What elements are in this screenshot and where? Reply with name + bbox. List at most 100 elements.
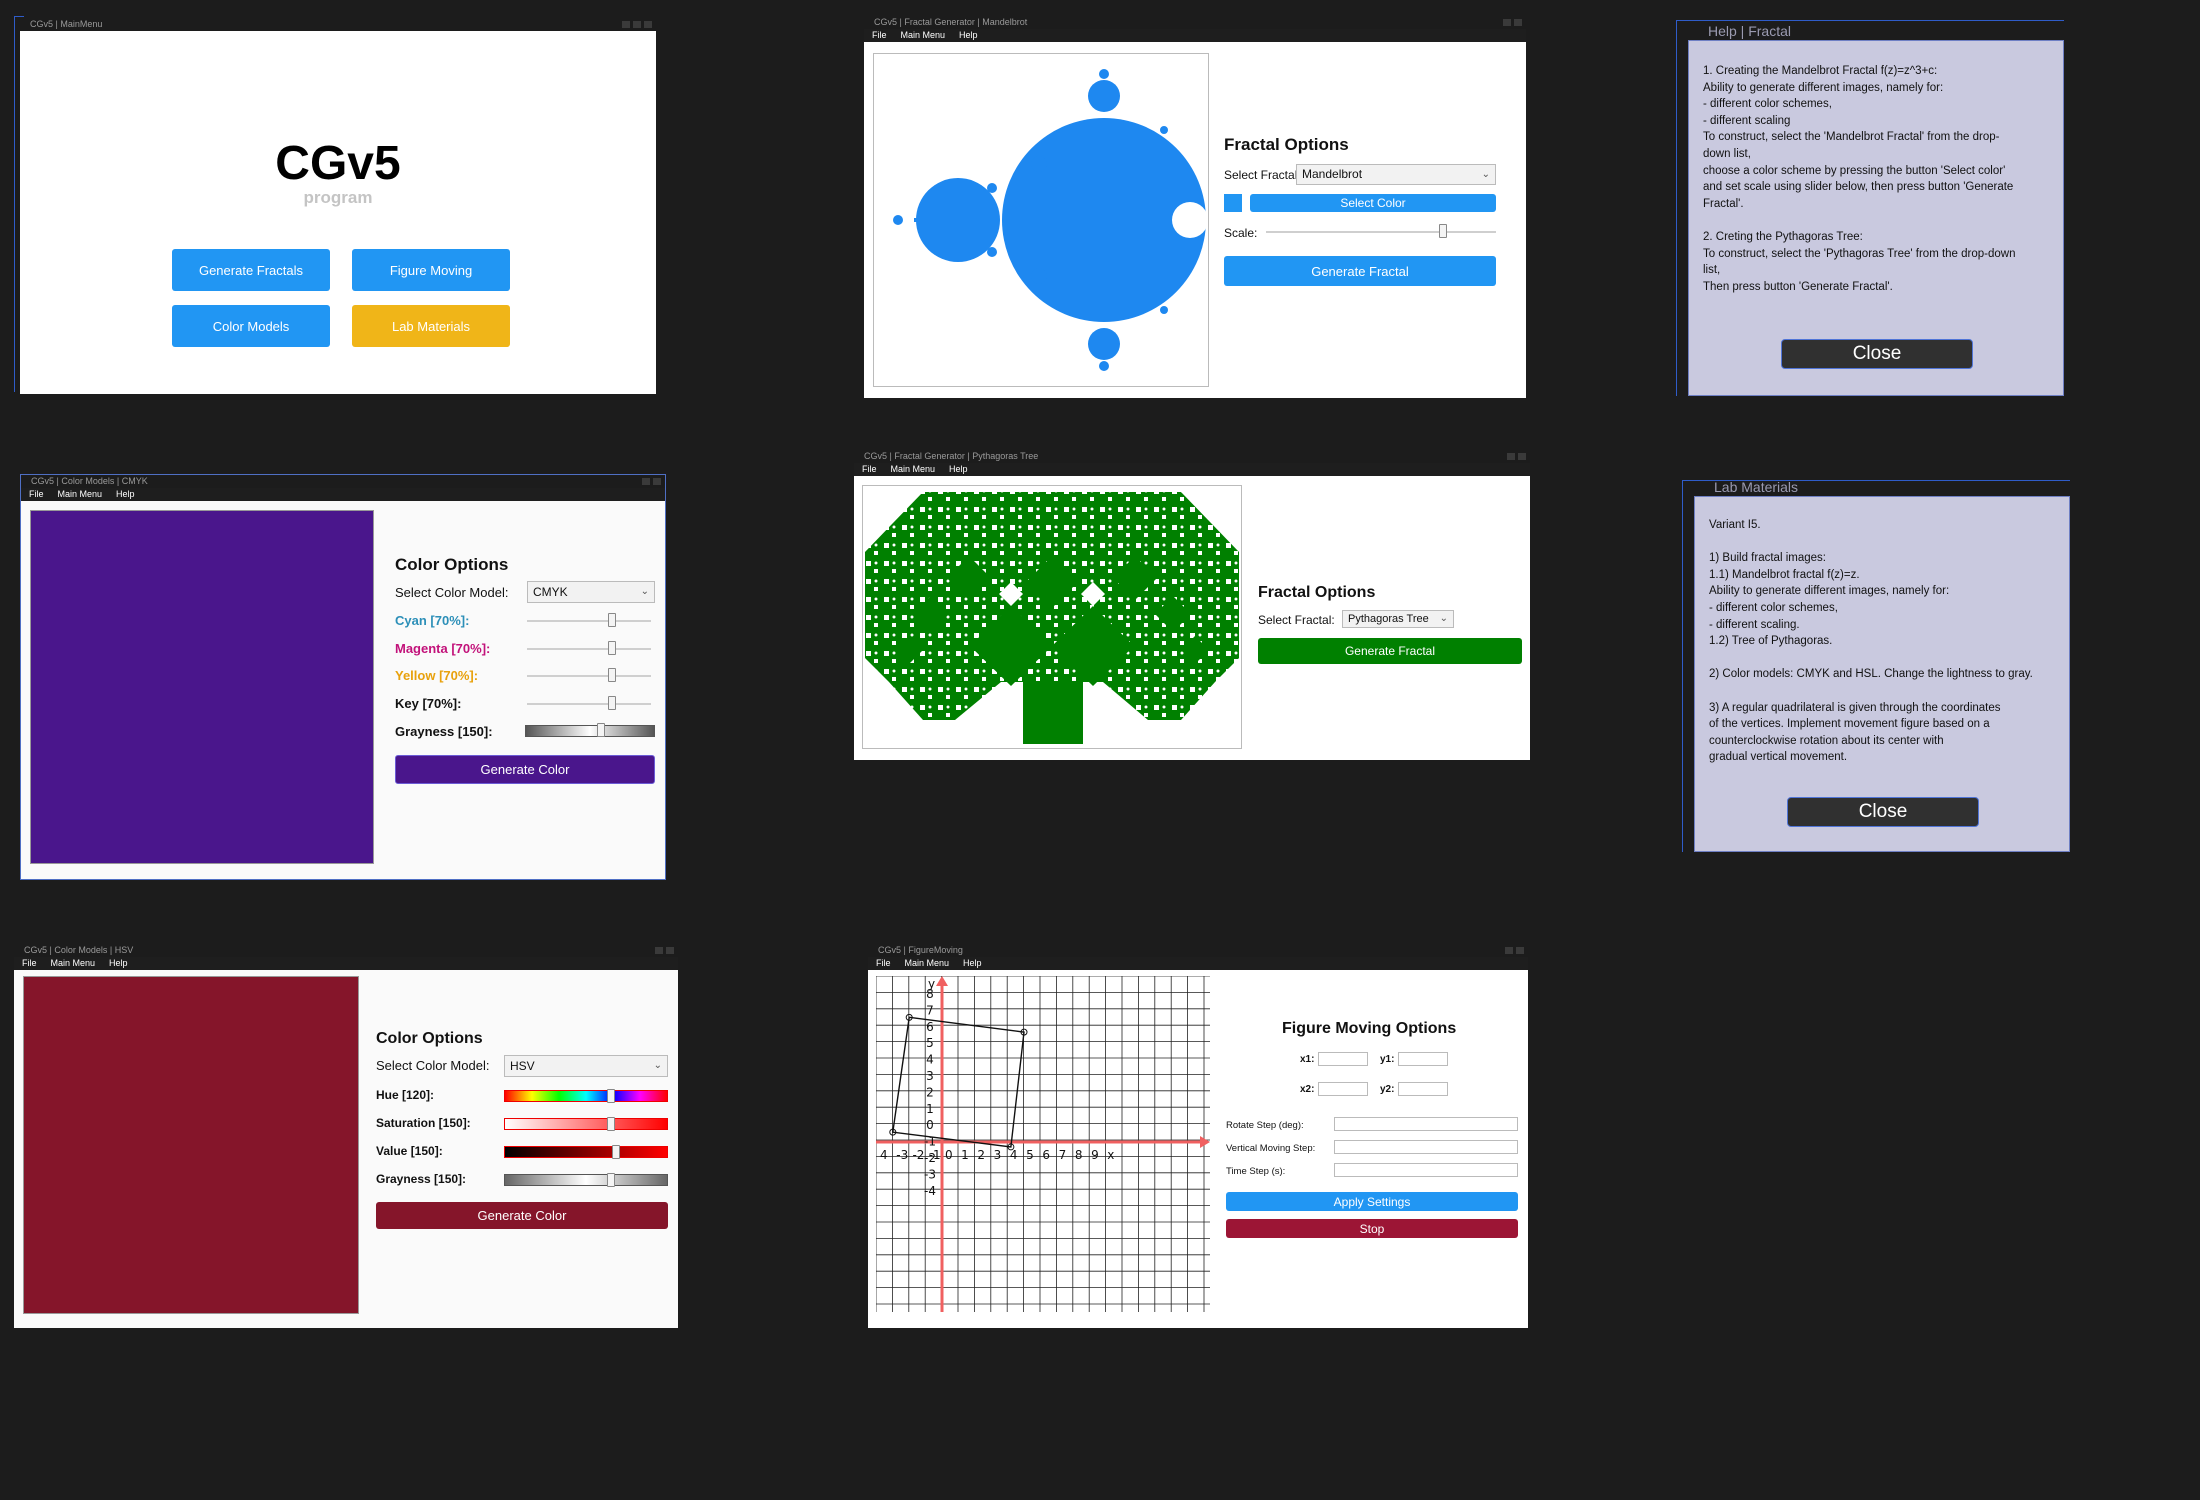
fractal-options-heading: Fractal Options [1258, 584, 1376, 601]
select-color-button[interactable]: Select Color [1250, 194, 1496, 212]
generate-color-button[interactable]: Generate Color [395, 755, 655, 784]
yellow-label: Yellow [70%]: [395, 668, 479, 683]
slider-thumb[interactable] [608, 641, 616, 655]
help-fractal-dialog: 1. Creating the Mandelbrot Fractal f(z)=… [1688, 40, 2064, 396]
generate-fractal-button[interactable]: Generate Fractal [1258, 638, 1522, 664]
generate-fractals-button[interactable]: Generate Fractals [172, 249, 330, 291]
y-axis-arrow-icon [936, 976, 948, 986]
slider-thumb[interactable] [608, 613, 616, 627]
pythagoras-window: CGv5 | Fractal Generator | Pythagoras Tr… [854, 450, 1530, 760]
stop-button[interactable]: Stop [1226, 1219, 1518, 1238]
menu-file[interactable]: File [862, 463, 877, 476]
menu-help[interactable]: Help [949, 463, 968, 476]
slider-thumb[interactable] [608, 668, 616, 682]
lab-materials-button[interactable]: Lab Materials [352, 305, 510, 347]
scale-slider[interactable] [1266, 223, 1496, 241]
time-step-input[interactable] [1334, 1163, 1518, 1177]
rotate-step-input[interactable] [1334, 1117, 1518, 1131]
slider-thumb[interactable] [607, 1117, 615, 1131]
menubar: File Main Menu Help [854, 463, 1530, 476]
x1-input[interactable] [1318, 1052, 1368, 1066]
fractal-select[interactable]: Pythagoras Tree ⌄ [1342, 610, 1454, 628]
menubar: File Main Menu Help [868, 957, 1528, 970]
x-tick-label: 2 [977, 1148, 985, 1162]
menu-help[interactable]: Help [116, 488, 135, 501]
window-title: CGv5 | MainMenu [30, 19, 103, 29]
x-tick-label: 8 [1075, 1148, 1083, 1162]
fractal-canvas [873, 53, 1209, 387]
cyan-slider[interactable] [527, 612, 651, 630]
y-tick-label: 6 [926, 1020, 934, 1034]
window-titlebar: CGv5 | Fractal Generator | Mandelbrot [864, 16, 1526, 29]
cmyk-window: CGv5 | Color Models | CMYK File Main Men… [20, 474, 666, 880]
slider-thumb[interactable] [608, 696, 616, 710]
menu-main-menu[interactable]: Main Menu [58, 488, 103, 501]
saturation-slider[interactable] [504, 1116, 668, 1132]
x2-input[interactable] [1318, 1082, 1368, 1096]
x1-label: x1: [1300, 1054, 1315, 1065]
menu-file[interactable]: File [29, 488, 44, 501]
menu-help[interactable]: Help [959, 29, 978, 42]
y-tick-label: 1 [926, 1102, 934, 1116]
cardioid-cusp [1172, 202, 1208, 238]
magenta-slider[interactable] [527, 640, 651, 658]
color-models-button[interactable]: Color Models [172, 305, 330, 347]
x-tick-label: 7 [1059, 1148, 1067, 1162]
menu-main-menu[interactable]: Main Menu [891, 463, 936, 476]
window-controls[interactable] [1507, 453, 1526, 460]
close-button[interactable]: Close [1781, 339, 1973, 369]
generate-fractal-button[interactable]: Generate Fractal [1224, 256, 1496, 286]
mandelbrot-fractal [893, 69, 1208, 371]
close-button[interactable]: Close [1787, 797, 1979, 827]
color-model-select[interactable]: HSV ⌄ [504, 1055, 668, 1077]
window-controls[interactable] [1505, 947, 1524, 954]
mandelbrot-shape [893, 69, 1206, 371]
y1-input[interactable] [1398, 1052, 1448, 1066]
slider-thumb[interactable] [612, 1145, 620, 1159]
window-title: CGv5 | Fractal Generator | Mandelbrot [874, 17, 1028, 27]
cyan-label: Cyan [70%]: [395, 613, 470, 628]
menu-main-menu[interactable]: Main Menu [901, 29, 946, 42]
grayness-slider[interactable] [525, 722, 655, 740]
menu-help[interactable]: Help [963, 957, 982, 970]
menu-help[interactable]: Help [109, 957, 128, 970]
menu-file[interactable]: File [872, 29, 887, 42]
rotate-step-label: Rotate Step (deg): [1226, 1120, 1304, 1131]
window-controls[interactable] [655, 947, 674, 954]
grayness-slider[interactable] [504, 1172, 668, 1188]
scale-slider-thumb[interactable] [1439, 224, 1447, 238]
key-slider[interactable] [527, 695, 651, 713]
figure-moving-button[interactable]: Figure Moving [352, 249, 510, 291]
slider-thumb[interactable] [597, 723, 605, 737]
menubar: File Main Menu Help [864, 29, 1526, 42]
y2-input[interactable] [1398, 1082, 1448, 1096]
y-tick-label: -3 [924, 1167, 936, 1181]
value-label: Value [150]: [376, 1144, 443, 1158]
hue-slider[interactable] [504, 1088, 668, 1104]
menu-main-menu[interactable]: Main Menu [51, 957, 96, 970]
figure-moving-heading: Figure Moving Options [1282, 1020, 1457, 1037]
window-controls[interactable] [642, 478, 661, 485]
fractal-select[interactable]: Mandelbrot ⌄ [1296, 164, 1496, 185]
apply-settings-button[interactable]: Apply Settings [1226, 1192, 1518, 1211]
menu-main-menu[interactable]: Main Menu [905, 957, 950, 970]
yellow-slider[interactable] [527, 667, 651, 685]
window-controls[interactable] [622, 21, 652, 28]
slider-thumb[interactable] [607, 1089, 615, 1103]
scale-label: Scale: [1224, 226, 1258, 240]
color-options-heading: Color Options [395, 555, 509, 574]
window-controls[interactable] [1503, 19, 1522, 26]
menu-file[interactable]: File [876, 957, 891, 970]
slider-thumb[interactable] [607, 1173, 615, 1187]
color-swatch [1224, 194, 1242, 212]
value-slider[interactable] [504, 1144, 668, 1160]
window-title: CGv5 | Color Models | CMYK [31, 476, 148, 486]
y2-label: y2: [1380, 1084, 1395, 1095]
window-title: CGv5 | Color Models | HSV [24, 945, 134, 955]
x-tick-label: 4 [880, 1148, 888, 1162]
vertical-step-input[interactable] [1334, 1140, 1518, 1154]
color-model-select[interactable]: CMYK ⌄ [527, 581, 655, 603]
fractal-options-heading: Fractal Options [1224, 135, 1349, 154]
menu-file[interactable]: File [22, 957, 37, 970]
generate-color-button[interactable]: Generate Color [376, 1202, 668, 1229]
